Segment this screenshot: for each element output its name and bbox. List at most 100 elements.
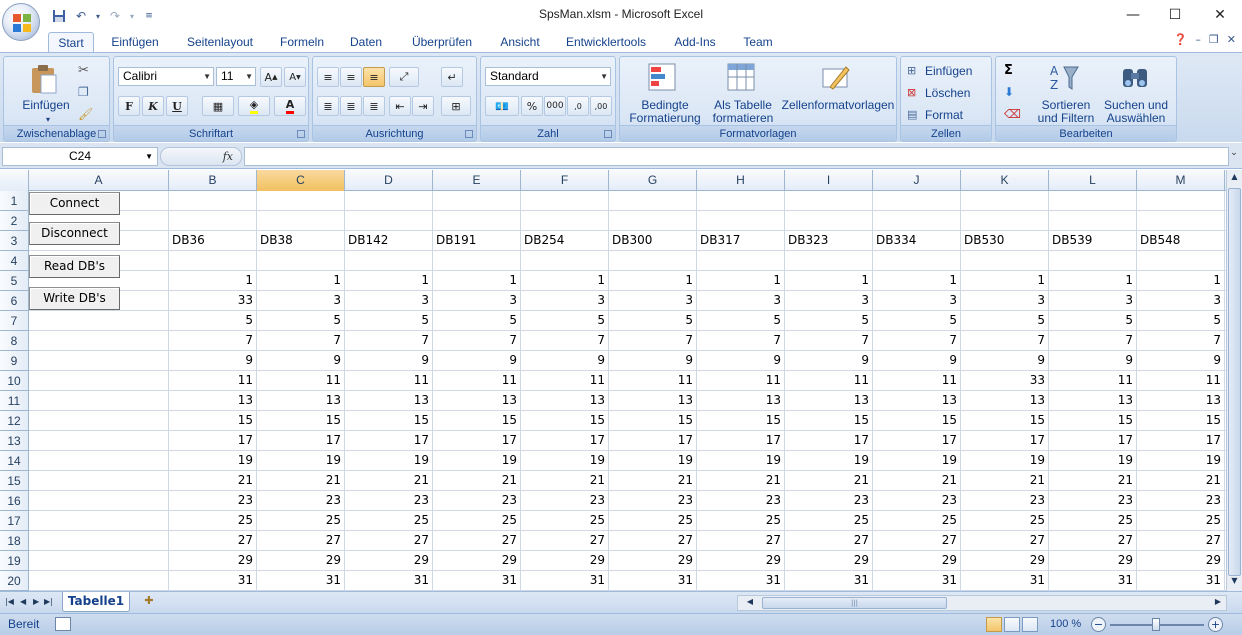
- cell-m15[interactable]: 21: [1137, 471, 1224, 490]
- cell-b6[interactable]: 33: [169, 291, 256, 310]
- cell-c7[interactable]: 5: [257, 311, 344, 330]
- bold-button[interactable]: F: [118, 96, 140, 116]
- column-header-g[interactable]: G: [609, 170, 697, 191]
- cell-k14[interactable]: 19: [961, 451, 1048, 470]
- align-bottom-button[interactable]: ≡: [363, 67, 385, 87]
- cell-h17[interactable]: 25: [697, 511, 784, 530]
- cell-g12[interactable]: 15: [609, 411, 696, 430]
- cell-e17[interactable]: 25: [433, 511, 520, 530]
- cell-k12[interactable]: 15: [961, 411, 1048, 430]
- cell-header-h3[interactable]: DB317: [697, 231, 784, 250]
- format-as-table-line2[interactable]: formatieren: [708, 112, 778, 125]
- cell-i17[interactable]: 25: [785, 511, 872, 530]
- cell-g17[interactable]: 25: [609, 511, 696, 530]
- cell-g7[interactable]: 5: [609, 311, 696, 330]
- cell-e15[interactable]: 21: [433, 471, 520, 490]
- number-format-select[interactable]: Standard ▼: [485, 67, 611, 86]
- fill-icon[interactable]: ⬇: [1004, 85, 1014, 99]
- redo-dropdown-icon[interactable]: ▾: [128, 7, 136, 25]
- cell-k10[interactable]: 33: [961, 371, 1048, 390]
- zoom-slider-thumb[interactable]: [1152, 618, 1160, 631]
- percent-button[interactable]: %: [521, 96, 543, 116]
- row-header-18[interactable]: 18: [0, 531, 29, 551]
- cell-e16[interactable]: 23: [433, 491, 520, 510]
- cell-b12[interactable]: 15: [169, 411, 256, 430]
- insert-cells-button[interactable]: Einfügen: [925, 65, 972, 78]
- ribbon-minimize-icon[interactable]: –: [1195, 33, 1201, 46]
- cell-b14[interactable]: 19: [169, 451, 256, 470]
- cell-b19[interactable]: 29: [169, 551, 256, 570]
- cell-i14[interactable]: 19: [785, 451, 872, 470]
- autosum-icon[interactable]: Σ: [1004, 63, 1013, 78]
- undo-dropdown-icon[interactable]: ▾: [94, 7, 102, 25]
- cell-d9[interactable]: 9: [345, 351, 432, 370]
- cell-m7[interactable]: 5: [1137, 311, 1224, 330]
- format-painter-icon[interactable]: 🖌: [78, 107, 93, 121]
- cell-i7[interactable]: 5: [785, 311, 872, 330]
- cell-i18[interactable]: 27: [785, 531, 872, 550]
- tab-seitenlayout[interactable]: Seitenlayout: [180, 32, 260, 52]
- sort-filter-line2[interactable]: und Filtern: [1030, 112, 1102, 125]
- scroll-left-icon[interactable]: ◀: [744, 597, 756, 606]
- cell-j15[interactable]: 21: [873, 471, 960, 490]
- cell-f11[interactable]: 13: [521, 391, 608, 410]
- cell-m13[interactable]: 17: [1137, 431, 1224, 450]
- cell-d5[interactable]: 1: [345, 271, 432, 290]
- redo-icon[interactable]: ↷: [106, 7, 124, 25]
- cell-g6[interactable]: 3: [609, 291, 696, 310]
- cell-c20[interactable]: 31: [257, 571, 344, 590]
- conditional-formatting-icon[interactable]: [646, 61, 678, 93]
- cell-l8[interactable]: 7: [1049, 331, 1136, 350]
- sort-filter-icon[interactable]: AZ: [1048, 61, 1080, 93]
- cell-b11[interactable]: 13: [169, 391, 256, 410]
- align-center-button[interactable]: ≣: [340, 96, 362, 116]
- cell-m11[interactable]: 13: [1137, 391, 1224, 410]
- cell-k20[interactable]: 31: [961, 571, 1048, 590]
- cell-b13[interactable]: 17: [169, 431, 256, 450]
- cell-e13[interactable]: 17: [433, 431, 520, 450]
- column-header-d[interactable]: D: [345, 170, 433, 191]
- conditional-formatting-line2[interactable]: Formatierung: [622, 112, 708, 125]
- cell-styles-icon[interactable]: [820, 61, 852, 93]
- cell-b5[interactable]: 1: [169, 271, 256, 290]
- vertical-scrollbar[interactable]: ▲ ▼: [1226, 170, 1242, 591]
- cell-l11[interactable]: 13: [1049, 391, 1136, 410]
- cell-l16[interactable]: 23: [1049, 491, 1136, 510]
- cell-g13[interactable]: 17: [609, 431, 696, 450]
- row-header-2[interactable]: 2: [0, 211, 29, 231]
- row-header-16[interactable]: 16: [0, 491, 29, 511]
- align-top-button[interactable]: ≡: [317, 67, 339, 87]
- cell-m5[interactable]: 1: [1137, 271, 1224, 290]
- cell-j16[interactable]: 23: [873, 491, 960, 510]
- cell-j5[interactable]: 1: [873, 271, 960, 290]
- cell-g10[interactable]: 11: [609, 371, 696, 390]
- align-left-button[interactable]: ≣: [317, 96, 339, 116]
- cell-e14[interactable]: 19: [433, 451, 520, 470]
- cell-e7[interactable]: 5: [433, 311, 520, 330]
- undo-icon[interactable]: ↶: [72, 7, 90, 25]
- wrap-text-button[interactable]: ↵: [441, 67, 463, 87]
- cell-c17[interactable]: 25: [257, 511, 344, 530]
- cell-l15[interactable]: 21: [1049, 471, 1136, 490]
- cell-i11[interactable]: 13: [785, 391, 872, 410]
- cell-c11[interactable]: 13: [257, 391, 344, 410]
- cell-f16[interactable]: 23: [521, 491, 608, 510]
- cell-m10[interactable]: 11: [1137, 371, 1224, 390]
- cell-b18[interactable]: 27: [169, 531, 256, 550]
- decrease-decimal-button[interactable]: ,00: [590, 96, 612, 116]
- cell-d10[interactable]: 11: [345, 371, 432, 390]
- cell-h10[interactable]: 11: [697, 371, 784, 390]
- cell-d15[interactable]: 21: [345, 471, 432, 490]
- cell-b7[interactable]: 5: [169, 311, 256, 330]
- cell-b15[interactable]: 21: [169, 471, 256, 490]
- column-header-k[interactable]: K: [961, 170, 1049, 191]
- currency-button[interactable]: 💶: [485, 96, 519, 116]
- cell-f10[interactable]: 11: [521, 371, 608, 390]
- customize-icon[interactable]: ≡: [140, 7, 158, 25]
- page-break-view-icon[interactable]: [1022, 617, 1038, 632]
- cell-d20[interactable]: 31: [345, 571, 432, 590]
- cell-l5[interactable]: 1: [1049, 271, 1136, 290]
- cell-h15[interactable]: 21: [697, 471, 784, 490]
- row-header-17[interactable]: 17: [0, 511, 29, 531]
- cell-g15[interactable]: 21: [609, 471, 696, 490]
